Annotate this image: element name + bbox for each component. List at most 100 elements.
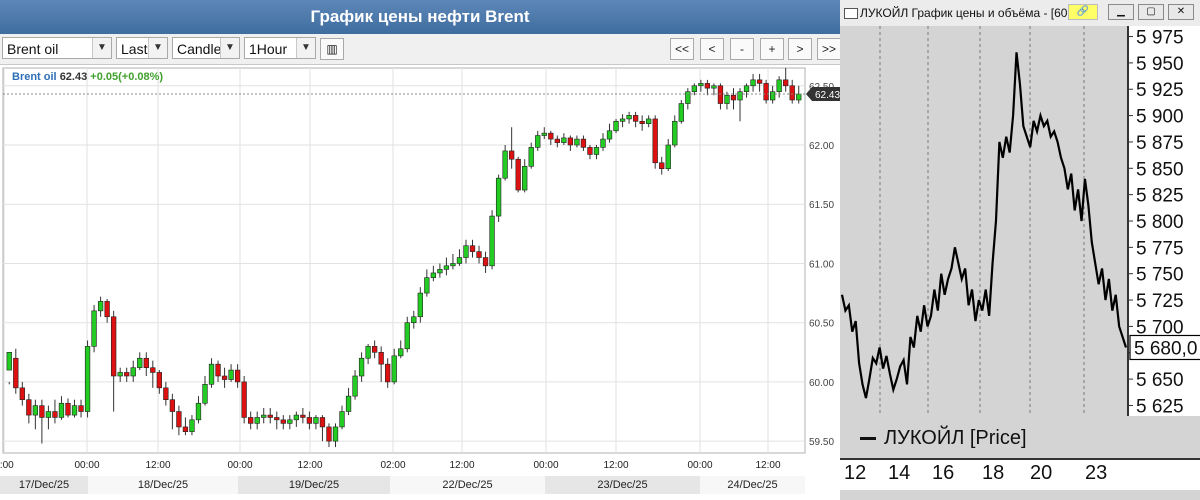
- brent-chart-title: График цены нефти Brent: [0, 0, 840, 34]
- candle-body: [65, 402, 71, 416]
- x-tick-label: 00:00: [74, 460, 99, 471]
- candle-body: [385, 363, 391, 383]
- x-tick-label: 12:00: [145, 460, 170, 471]
- price-type-select-value: Last: [121, 41, 148, 57]
- chevron-down-icon: ▼: [92, 38, 111, 58]
- y-tick-label: 5 650: [1136, 370, 1184, 391]
- candle-body: [626, 115, 632, 120]
- candle-body: [430, 272, 437, 278]
- candle-body: [6, 352, 12, 371]
- candle-body: [750, 79, 756, 87]
- chart-type-select-value: Candle: [177, 41, 222, 57]
- lukoil-legend-label: ЛУКОЙЛ [Price]: [884, 427, 1027, 449]
- candle-body: [548, 132, 554, 140]
- candle-body: [398, 348, 404, 357]
- brent-date-bands: 17/Dec/25 18/Dec/25 19/Dec/25 22/Dec/25 …: [0, 476, 840, 494]
- candle-body: [293, 414, 299, 421]
- legend-price: 62.43: [59, 71, 88, 83]
- candle-body: [176, 411, 182, 428]
- date-band: 24/Dec/25: [700, 476, 805, 494]
- date-band: 19/Dec/25: [238, 476, 390, 494]
- interval-select[interactable]: 1Hour ▼: [244, 37, 316, 59]
- candle-body: [84, 346, 91, 412]
- zoom-in-button[interactable]: +: [760, 38, 784, 60]
- candle-body: [743, 85, 750, 92]
- candle-body: [672, 121, 678, 146]
- brent-legend: Brent oil 62.43 +0.05(+0.08%): [12, 71, 163, 83]
- scroll-right-button[interactable]: >: [788, 38, 812, 60]
- y-tick-label: 5 625: [1136, 396, 1184, 417]
- candle-body: [319, 417, 326, 428]
- candle-body: [737, 91, 743, 101]
- brent-toolbar: Brent oil ▼ Last ▼ Candle ▼ 1Hour ▼ ▥ <<…: [0, 34, 841, 65]
- plot-area: [840, 26, 1128, 416]
- date-band: 17/Dec/25: [0, 476, 88, 494]
- close-button[interactable]: ✕: [1168, 4, 1194, 20]
- maximize-button[interactable]: ▢: [1138, 4, 1164, 20]
- candle-body: [763, 83, 769, 101]
- candle-body: [71, 405, 78, 416]
- scroll-left-button[interactable]: <: [700, 38, 724, 60]
- candle-body: [215, 363, 221, 377]
- candle-body: [613, 121, 619, 132]
- candle-body: [783, 79, 789, 87]
- candle-body: [182, 426, 189, 432]
- y-tick-label: 62.00: [809, 141, 834, 152]
- volume-chart-button[interactable]: ▥: [320, 38, 344, 60]
- interval-select-value: 1Hour: [249, 41, 288, 57]
- candle-body: [78, 405, 84, 412]
- candle-body: [26, 399, 32, 416]
- candle-body: [417, 292, 423, 318]
- lukoil-window-title: ЛУКОЙЛ График цены и объёма - [60: [860, 6, 1068, 20]
- brent-candlestick-chart: 59.5060.0060.5061.0061.5062.0062.502:000…: [0, 67, 840, 471]
- candle-body: [345, 395, 352, 412]
- candle-body: [717, 85, 724, 104]
- instrument-select[interactable]: Brent oil ▼: [2, 37, 112, 59]
- candle-body: [593, 147, 600, 155]
- candle-body: [32, 405, 39, 416]
- candle-body: [678, 103, 684, 122]
- y-tick-label: 5 925: [1136, 80, 1184, 101]
- candle-body: [332, 426, 339, 442]
- candle-body: [358, 357, 365, 377]
- candle-body: [404, 322, 410, 350]
- candle-body: [280, 419, 286, 424]
- candle-body: [274, 417, 280, 421]
- candle-body: [306, 417, 313, 424]
- price-type-select[interactable]: Last ▼: [116, 37, 168, 59]
- link-icon[interactable]: 🔗: [1068, 4, 1098, 20]
- x-tick-label: 00:00: [533, 460, 558, 471]
- candle-body: [124, 372, 130, 377]
- candle-body: [234, 369, 241, 383]
- scroll-start-button[interactable]: <<: [670, 38, 694, 60]
- candle-body: [476, 251, 482, 258]
- x-tick-label: 2:00: [0, 460, 14, 471]
- candle-body: [574, 138, 580, 146]
- legend-change: +0.05(+0.08%): [90, 71, 164, 83]
- candle-body: [137, 357, 143, 369]
- chart-type-select[interactable]: Candle ▼: [172, 37, 240, 59]
- candle-body: [424, 277, 430, 294]
- zoom-out-button[interactable]: -: [730, 38, 754, 60]
- candle-body: [463, 245, 469, 258]
- candle-body: [117, 372, 123, 377]
- candle-body: [169, 399, 176, 412]
- minimize-button[interactable]: ▁: [1108, 4, 1134, 20]
- candle-body: [254, 417, 260, 424]
- candle-body: [248, 417, 254, 424]
- x-tick-label: 00:00: [227, 460, 252, 471]
- candle-body: [469, 245, 476, 252]
- candle-body: [411, 316, 417, 323]
- x-axis-label: 16: [932, 462, 955, 484]
- candle-body: [130, 367, 136, 377]
- candle-body: [698, 83, 704, 87]
- window-icon: [844, 8, 858, 19]
- candle-body: [352, 375, 358, 397]
- y-tick-label: 5 825: [1136, 186, 1184, 207]
- scroll-end-button[interactable]: >>: [817, 38, 841, 60]
- candle-body: [443, 265, 450, 270]
- date-band: 23/Dec/25: [545, 476, 700, 494]
- candle-body: [600, 138, 606, 148]
- candle-body: [300, 414, 306, 418]
- y-tick-label: 5 775: [1136, 238, 1184, 259]
